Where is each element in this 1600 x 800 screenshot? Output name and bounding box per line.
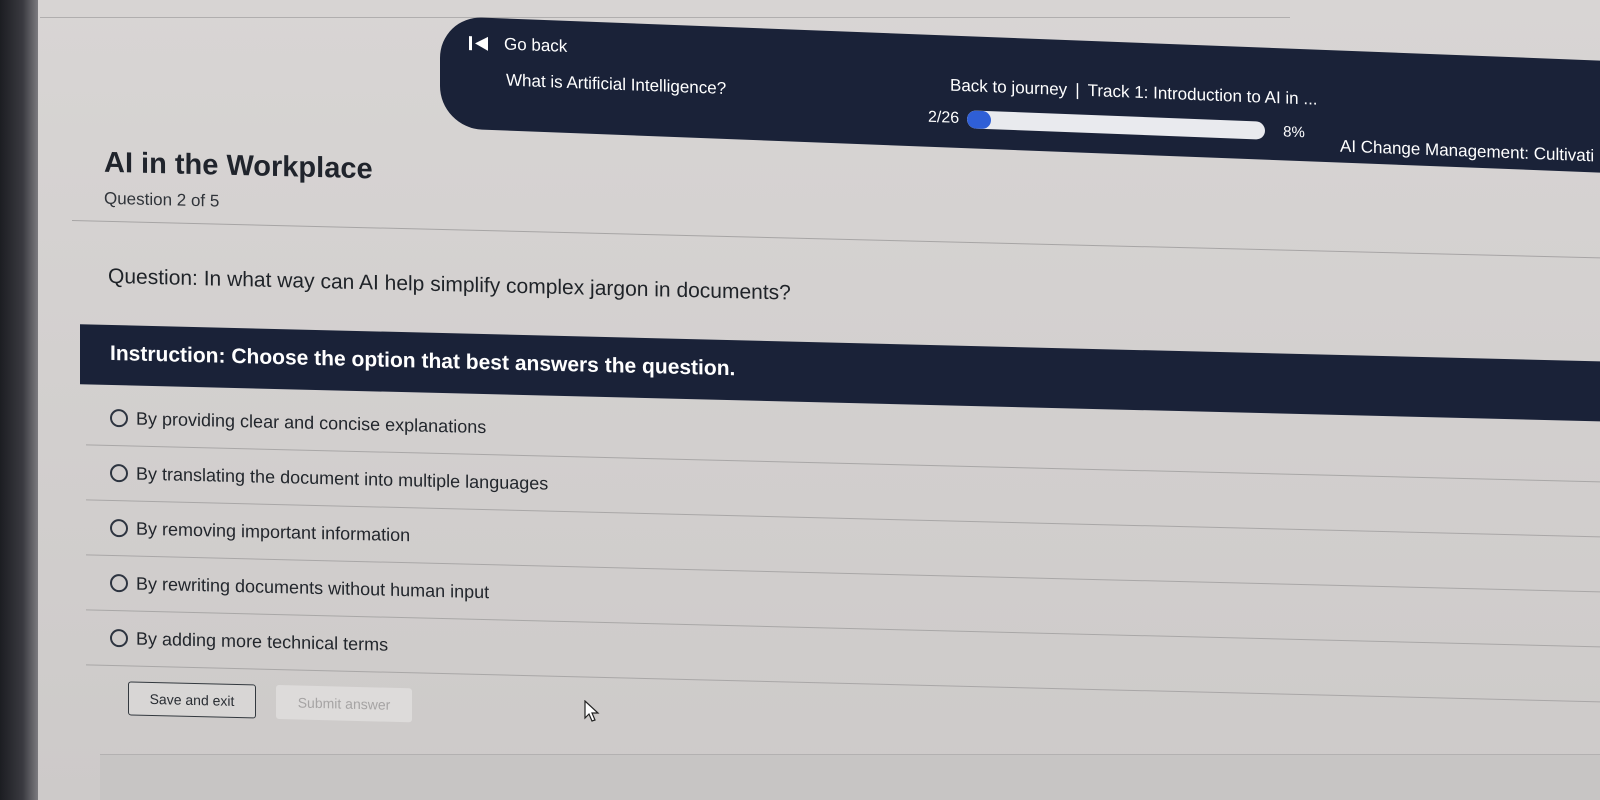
submit-answer-button[interactable]: Submit answer (276, 684, 412, 723)
answer-option-label: By adding more technical terms (136, 628, 389, 655)
go-back-button[interactable]: Go back (468, 33, 567, 57)
answer-options: By providing clear and concise explanati… (86, 390, 1600, 703)
breadcrumb: Back to journey | Track 1: Introduction to… (950, 76, 1318, 110)
radio-button[interactable] (110, 573, 128, 593)
question-text: Question: In what way can AI help simpli… (108, 264, 791, 305)
quiz-content: AI in the Workplace Question 2 of 5 Ques… (72, 104, 1600, 800)
radio-button[interactable] (110, 463, 128, 483)
page-title: AI in the Workplace (104, 146, 373, 186)
answer-option-label: By translating the document into multipl… (136, 463, 549, 494)
instruction-text: Instruction: Choose the option that best… (110, 341, 736, 381)
save-and-exit-button[interactable]: Save and exit (128, 681, 256, 719)
go-back-label: Go back (504, 34, 568, 56)
question-count: Question 2 of 5 (104, 188, 220, 211)
track-title: Track 1: Introduction to AI in ... (1087, 80, 1318, 109)
radio-button[interactable] (110, 518, 128, 538)
divider (72, 220, 1600, 259)
back-to-journey-link[interactable]: Back to journey (950, 76, 1067, 100)
radio-button[interactable] (110, 628, 128, 648)
quiz-actions: Save and exit Submit answer (128, 681, 412, 723)
answer-option-label: By removing important information (136, 518, 411, 545)
answer-option-label: By providing clear and concise explanati… (136, 408, 487, 437)
browser-top-strip (40, 0, 1290, 18)
skip-back-icon (468, 33, 490, 54)
monitor-bezel (0, 0, 38, 800)
answer-option-label: By rewriting documents without human inp… (136, 573, 490, 602)
radio-button[interactable] (110, 408, 128, 428)
breadcrumb-separator: | (1075, 80, 1080, 100)
bottom-edge (100, 754, 1600, 800)
mouse-cursor-icon (584, 700, 600, 722)
screen: Go back What is Artificial Intelligence?… (0, 0, 1600, 800)
lesson-title: What is Artificial Intelligence? (506, 70, 727, 98)
